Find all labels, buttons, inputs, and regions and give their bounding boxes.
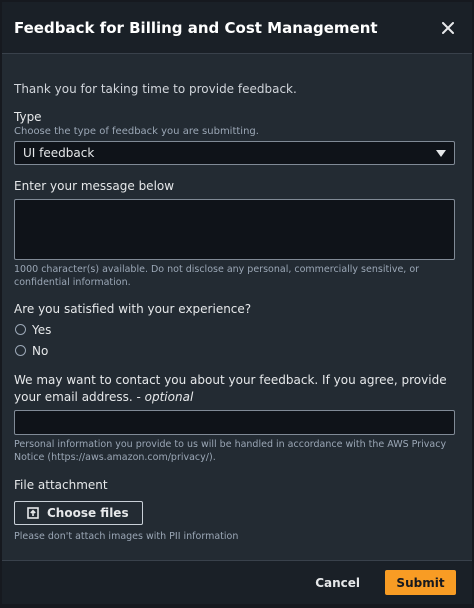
dialog-footer: Cancel Submit [2, 560, 472, 604]
type-selected-value: UI feedback [23, 146, 95, 160]
type-select[interactable]: UI feedback [14, 141, 455, 165]
dialog-title: Feedback for Billing and Cost Management [14, 18, 378, 37]
radio-label-yes: Yes [32, 322, 52, 337]
attachment-hint: Please don't attach images with PII info… [14, 531, 239, 542]
dialog-header: Feedback for Billing and Cost Management [2, 2, 472, 54]
message-hint: 1000 character(s) available. Do not disc… [14, 264, 420, 288]
cancel-button[interactable]: Cancel [315, 576, 360, 590]
choose-files-button[interactable]: Choose files [14, 501, 143, 525]
choose-files-label: Choose files [47, 506, 129, 520]
message-textarea[interactable] [14, 199, 455, 260]
type-description: Choose the type of feedback you are subm… [14, 126, 259, 137]
radio-option-no[interactable]: No [14, 343, 460, 358]
dialog-body: Thank you for taking time to provide fee… [2, 54, 472, 543]
radio-label-no: No [32, 343, 49, 358]
caret-down-icon [436, 149, 446, 157]
type-label: Type [14, 110, 42, 124]
radio-button-yes[interactable] [15, 324, 26, 335]
contact-label: We may want to contact you about your fe… [14, 372, 460, 406]
feedback-dialog: Feedback for Billing and Cost Management… [2, 2, 472, 604]
close-icon [442, 21, 454, 34]
optional-tag: optional [144, 390, 194, 404]
submit-button[interactable]: Submit [385, 570, 456, 595]
radio-option-yes[interactable]: Yes [14, 322, 460, 337]
message-label: Enter your message below [14, 179, 175, 193]
attachment-label: File attachment [14, 478, 108, 492]
intro-text: Thank you for taking time to provide fee… [14, 82, 297, 96]
satisfaction-question: Are you satisfied with your experience? [14, 302, 252, 316]
upload-icon [27, 507, 39, 519]
email-field[interactable] [14, 410, 455, 435]
radio-button-no[interactable] [15, 345, 26, 356]
close-button[interactable] [436, 16, 460, 40]
privacy-hint: Personal information you provide to us w… [14, 439, 447, 463]
contact-label-text: We may want to contact you about your fe… [14, 373, 447, 404]
